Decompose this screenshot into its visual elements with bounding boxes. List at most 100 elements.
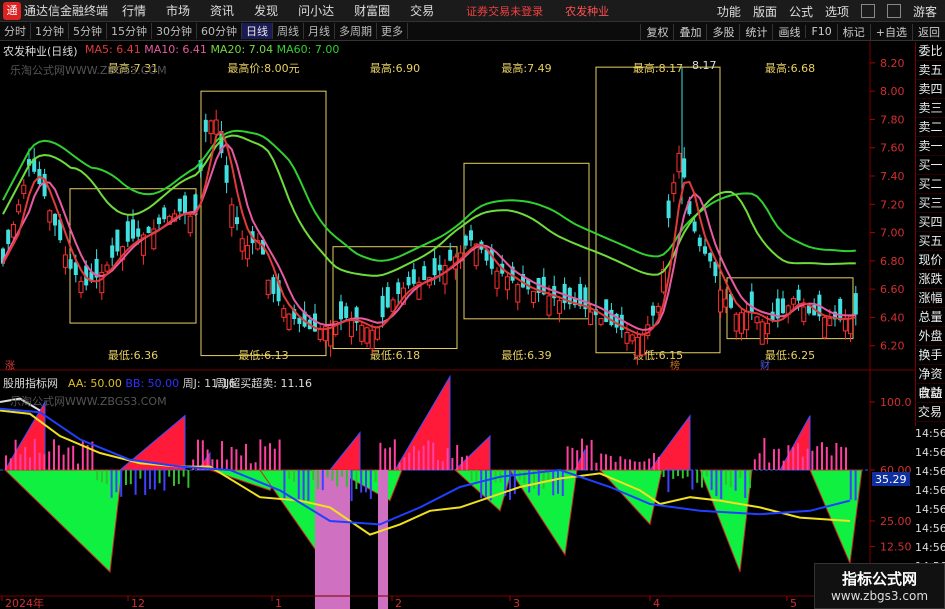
overlay-button[interactable]: 叠加 <box>673 23 706 40</box>
candle-up <box>733 313 739 332</box>
candle-up <box>530 290 536 303</box>
menu-wealth[interactable]: 财富圈 <box>354 2 390 19</box>
y-tick-label: 6.20 <box>880 340 905 353</box>
quote-panel-item[interactable]: 买二 <box>916 175 945 194</box>
candle-up <box>359 324 365 342</box>
y-tick-label: 7.20 <box>880 198 905 211</box>
menu-discover[interactable]: 发现 <box>254 2 278 19</box>
quote-panel-item[interactable]: 外盘 <box>916 327 945 346</box>
candle-down <box>146 226 151 234</box>
chart-canvas[interactable]: 8.20 8.00 7.80 7.60 7.40 7.20 7.00 6.80 6.60 6.40… <box>0 41 915 609</box>
period-1min[interactable]: 1分钟 <box>31 23 69 39</box>
main-watermark: 乐淘公式网WWW.ZBGS3.COM <box>10 64 167 77</box>
quote-panel-item[interactable]: 涨幅 <box>916 289 945 308</box>
toolbar-right-group: 复权 叠加 多股 统计 画线 F10 标记 +自选 返回 <box>640 22 945 41</box>
ma20-line <box>2 134 856 277</box>
candle-up <box>504 276 510 291</box>
adjust-button[interactable]: 复权 <box>640 23 673 40</box>
candle-down <box>469 230 473 241</box>
quote-panel-item[interactable]: 换手 <box>916 346 945 365</box>
maximize-button[interactable] <box>886 4 901 18</box>
quote-panel-item[interactable]: 卖五 <box>916 61 945 80</box>
candle-up <box>374 326 380 340</box>
candle-up <box>827 317 833 326</box>
candle-up <box>556 300 562 314</box>
menu-market[interactable]: 市场 <box>166 2 190 19</box>
mark-button[interactable]: 标记 <box>836 23 870 40</box>
auto-trade-item[interactable]: 交易 <box>915 403 945 422</box>
menu-news[interactable]: 资讯 <box>210 2 234 19</box>
candle-down <box>6 229 11 245</box>
menu-formula[interactable]: 公式 <box>789 3 813 20</box>
quote-panel-item[interactable]: 卖四 <box>916 80 945 99</box>
ma-legend: MA5: 6.41 MA10: 6.41 MA20: 7.04 MA60: 7.… <box>85 43 339 56</box>
back-button[interactable]: 返回 <box>912 23 945 40</box>
menu-function[interactable]: 功能 <box>717 3 741 20</box>
extreme-column <box>378 470 388 609</box>
candle-down <box>162 207 167 220</box>
period-15min[interactable]: 15分钟 <box>107 23 152 39</box>
quote-panel-item[interactable]: 买一 <box>916 156 945 175</box>
sub-watermark: 乐淘公式网WWW.ZBGS3.COM <box>10 395 167 408</box>
quote-panel-item[interactable]: 卖二 <box>916 118 945 137</box>
quote-panel-item[interactable]: 委比 <box>916 42 945 61</box>
login-warning[interactable]: 证券交易未登录 <box>466 3 543 19</box>
add-favorite-button[interactable]: +自选 <box>869 23 912 40</box>
menu-ask[interactable]: 问小达 <box>298 2 334 19</box>
multi-stock-button[interactable]: 多股 <box>706 23 739 40</box>
quote-panel-item[interactable]: 总量 <box>916 308 945 327</box>
menu-options[interactable]: 选项 <box>825 3 849 20</box>
limit-up-mark: 涨 <box>5 360 15 372</box>
current-stock-name: 农发种业 <box>565 4 610 18</box>
candle-down <box>838 298 843 321</box>
auto-trade-item[interactable]: 自动 <box>915 384 945 403</box>
menu-trade[interactable]: 交易 <box>410 2 434 19</box>
period-monthly[interactable]: 月线 <box>304 23 335 39</box>
quote-panel-item[interactable]: 卖三 <box>916 99 945 118</box>
candle-down <box>115 229 120 252</box>
guest-label[interactable]: 游客 <box>913 3 937 20</box>
candle-up <box>723 298 729 308</box>
menu-right-group: 功能 版面 公式 选项 游客 <box>717 0 945 22</box>
x-tick-label: 2 <box>395 597 402 609</box>
candle-down <box>110 245 115 258</box>
sub-indicator-title: 股朋指标网 <box>3 377 58 390</box>
period-daily[interactable]: 日线 <box>242 23 273 39</box>
range-low-label: 最低:6.13 <box>238 349 288 362</box>
period-60min[interactable]: 60分钟 <box>197 23 242 39</box>
minimize-button[interactable] <box>860 4 875 18</box>
f10-button[interactable]: F10 <box>805 25 836 38</box>
period-timeshare[interactable]: 分时 <box>0 23 31 39</box>
quote-panel-item[interactable]: 净资 <box>916 365 945 384</box>
menu-layout[interactable]: 版面 <box>753 3 777 20</box>
candle-up <box>546 295 552 316</box>
candle-up <box>317 328 323 340</box>
y-tick-label: 8.00 <box>880 85 905 98</box>
overbought-wedge <box>394 374 451 471</box>
quote-panel-item[interactable]: 涨跌 <box>916 270 945 289</box>
period-multi[interactable]: 多周期 <box>335 23 377 39</box>
period-5min[interactable]: 5分钟 <box>69 23 107 39</box>
candle-up <box>239 238 245 252</box>
candle-up <box>286 313 292 330</box>
tick-time: 14:56 <box>915 484 945 497</box>
range-high-label: 最高:8.17 <box>633 61 683 75</box>
x-tick-label: 12 <box>131 597 145 609</box>
menu-quotes[interactable]: 行情 <box>122 2 146 19</box>
period-30min[interactable]: 30分钟 <box>152 23 197 39</box>
draw-button[interactable]: 画线 <box>772 23 805 40</box>
candle-down <box>432 258 437 276</box>
period-weekly[interactable]: 周线 <box>273 23 304 39</box>
quote-panel-item[interactable]: 买三 <box>916 194 945 213</box>
quote-panel-item[interactable]: 买五 <box>916 232 945 251</box>
candle-down <box>203 119 208 132</box>
quote-panel-item[interactable]: 买四 <box>916 213 945 232</box>
candle-down <box>651 305 655 316</box>
peak-price-label: 8.17 <box>692 59 717 72</box>
quote-panel-item[interactable]: 现价 <box>916 251 945 270</box>
period-more[interactable]: 更多 <box>377 23 408 39</box>
quote-panel-item[interactable]: 卖一 <box>916 137 945 156</box>
tick-time: 14:56 <box>915 522 945 535</box>
stats-button[interactable]: 统计 <box>739 23 772 40</box>
ma10-legend: MA10: 6.41 <box>144 43 211 56</box>
